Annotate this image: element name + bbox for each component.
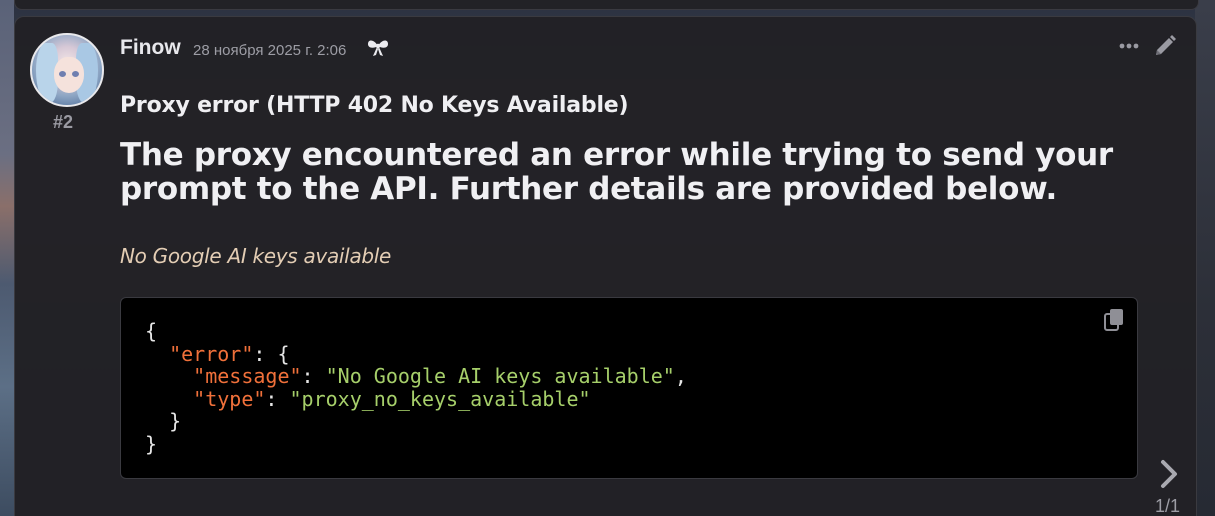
background-right	[1195, 0, 1215, 516]
json-separator: : {	[253, 341, 290, 366]
json-comma: ,	[674, 364, 687, 388]
post-number[interactable]: #2	[53, 112, 73, 133]
json-brace: }	[169, 409, 182, 433]
json-separator: :	[301, 364, 326, 388]
json-value-type: "proxy_no_keys_available"	[289, 386, 591, 411]
avatar-eye-right	[72, 71, 79, 77]
error-heading: Proxy error (HTTP 402 No Keys Available)	[120, 93, 629, 118]
error-lead-text: The proxy encountered an error while try…	[120, 137, 1113, 207]
json-key-type: "type"	[193, 386, 266, 411]
copy-icon[interactable]	[1103, 308, 1125, 332]
code-block: { "error": { "message": "No Google AI ke…	[120, 297, 1138, 479]
json-code: { "error": { "message": "No Google AI ke…	[145, 320, 687, 455]
error-detail-text: No Google AI keys available	[120, 244, 392, 268]
chevron-right-icon[interactable]	[1155, 458, 1183, 490]
author-name[interactable]: Finow	[120, 36, 181, 60]
json-key-message: "message"	[193, 364, 302, 388]
json-value-message: "No Google AI keys available"	[325, 364, 675, 388]
previous-post-card	[14, 0, 1199, 10]
json-brace: }	[145, 431, 158, 456]
avatar[interactable]	[30, 33, 104, 107]
more-icon[interactable]	[1118, 39, 1140, 53]
avatar-eye-left	[59, 71, 66, 77]
pagination-indicator: 1/1	[1155, 496, 1181, 516]
json-key-error: "error"	[169, 341, 254, 366]
json-separator: :	[265, 386, 290, 411]
json-brace: {	[145, 319, 158, 343]
pencil-icon[interactable]	[1152, 33, 1178, 59]
background-left	[0, 0, 14, 516]
post-timestamp[interactable]: 28 ноября 2025 г. 2:06	[193, 42, 346, 59]
bow-icon	[368, 40, 388, 56]
post-card: #2 Finow 28 ноября 2025 г. 2:06 Proxy er…	[14, 16, 1197, 516]
